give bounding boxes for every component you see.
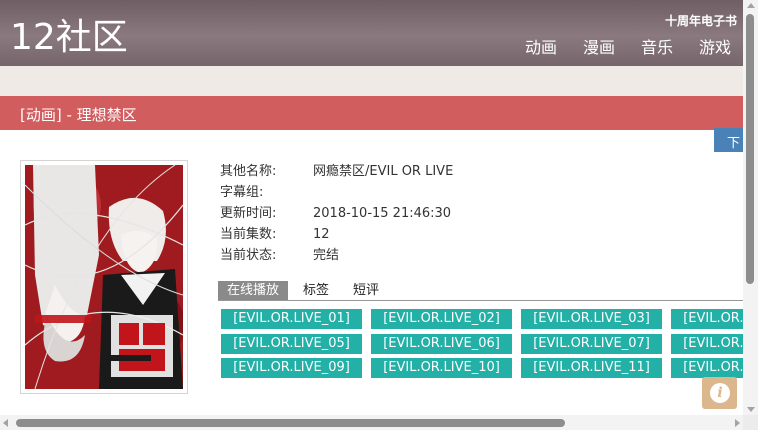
anime-details: 其他名称: 网瘾禁区/EVIL OR LIVE 字幕组: 更新时间: 2018-…	[220, 163, 453, 268]
episode-button[interactable]: [EVIL.OR.LIVE_03]	[521, 309, 662, 329]
nav-item-anime[interactable]: 动画	[525, 38, 557, 58]
tab-short-reviews[interactable]: 短评	[344, 281, 388, 300]
site-logo[interactable]: 12社区	[10, 14, 128, 62]
detail-row-other-names: 其他名称: 网瘾禁区/EVIL OR LIVE	[220, 163, 453, 184]
episode-button[interactable]: [EVIL.OR.LIVE_06]	[371, 334, 512, 354]
vertical-scroll-thumb[interactable]	[746, 14, 754, 284]
vertical-scrollbar[interactable]	[743, 0, 758, 415]
episode-button[interactable]: [EVIL.OR.LIVE_07]	[521, 334, 662, 354]
scrollbar-corner	[743, 415, 758, 430]
info-icon: i	[710, 383, 730, 403]
detail-row-episode-count: 当前集数: 12	[220, 226, 453, 247]
download-button[interactable]: 下	[714, 128, 743, 152]
info-button[interactable]: i	[702, 377, 737, 409]
scroll-left-arrow-icon[interactable]	[3, 419, 8, 427]
page-title-bar: [动画] - 理想禁区	[0, 96, 743, 130]
poster-image	[25, 165, 183, 389]
anime-poster	[20, 160, 188, 394]
detail-row-update-time: 更新时间: 2018-10-15 21:46:30	[220, 205, 453, 226]
detail-value: 12	[313, 227, 330, 242]
header-spacer-band	[0, 66, 743, 96]
episode-button[interactable]: [EVIL.OR.LIVE_09]	[221, 358, 362, 378]
tab-tags[interactable]: 标签	[294, 281, 338, 300]
detail-label: 更新时间:	[220, 206, 277, 221]
episode-button[interactable]: [EVIL.OR.LIVE_04]	[671, 309, 743, 329]
episode-list: [EVIL.OR.LIVE_01] [EVIL.OR.LIVE_02] [EVI…	[221, 309, 743, 381]
episode-button[interactable]: [EVIL.OR.LIVE_05]	[221, 334, 362, 354]
horizontal-scroll-thumb[interactable]	[16, 419, 565, 427]
page-title: [动画] - 理想禁区	[20, 106, 137, 124]
horizontal-scrollbar[interactable]	[0, 415, 743, 430]
episode-button[interactable]: [EVIL.OR.LIVE_12]	[671, 358, 743, 378]
nav-item-comic[interactable]: 漫画	[583, 38, 615, 58]
detail-value: 完结	[313, 248, 340, 263]
detail-label: 当前集数:	[220, 227, 277, 242]
detail-value: 网瘾禁区/EVIL OR LIVE	[313, 164, 454, 179]
detail-value: 2018-10-15 21:46:30	[313, 206, 452, 221]
episode-button[interactable]: [EVIL.OR.LIVE_10]	[371, 358, 512, 378]
episode-button[interactable]: [EVIL.OR.LIVE_08]	[671, 334, 743, 354]
episode-button[interactable]: [EVIL.OR.LIVE_11]	[521, 358, 662, 378]
scroll-down-arrow-icon[interactable]	[747, 407, 755, 412]
main-nav: 动画 漫画 音乐 游戏	[525, 38, 731, 58]
episode-button[interactable]: [EVIL.OR.LIVE_02]	[371, 309, 512, 329]
scroll-up-arrow-icon[interactable]	[747, 3, 755, 8]
episode-button[interactable]: [EVIL.OR.LIVE_01]	[221, 309, 362, 329]
detail-row-subtitle-group: 字幕组:	[220, 184, 453, 205]
scroll-right-arrow-icon[interactable]	[735, 419, 740, 427]
tab-online-play[interactable]: 在线播放	[218, 281, 289, 300]
nav-item-music[interactable]: 音乐	[641, 38, 673, 58]
detail-label: 当前状态:	[220, 248, 277, 263]
nav-item-game[interactable]: 游戏	[699, 38, 731, 58]
site-header: 12社区 十周年电子书 动画 漫画 音乐 游戏	[0, 0, 743, 66]
detail-row-status: 当前状态: 完结	[220, 247, 453, 268]
anniversary-ebook-link[interactable]: 十周年电子书	[665, 12, 737, 29]
detail-label: 其他名称:	[220, 164, 277, 179]
content-tabs: 在线播放 标签 短评	[218, 281, 743, 301]
page: 12社区 十周年电子书 动画 漫画 音乐 游戏 [动画] - 理想禁区 下 其他…	[0, 0, 758, 430]
detail-label: 字幕组:	[220, 185, 264, 200]
